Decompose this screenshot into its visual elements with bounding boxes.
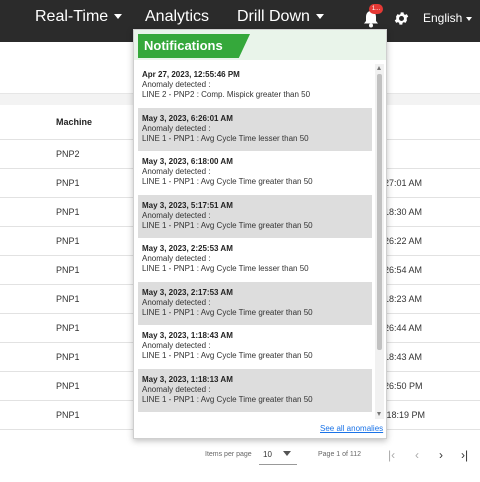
items-per-page-value: 10 (263, 450, 272, 459)
notification-timestamp: May 3, 2023, 6:18:00 AM (142, 157, 233, 166)
cell-machine: PNP1 (56, 294, 80, 304)
chevron-down-icon (114, 14, 123, 20)
nav-analytics-link[interactable]: Analytics (145, 8, 209, 26)
cell-time: 27:01 AM (384, 178, 423, 188)
notification-detail: LINE 1 - PNP1 : Avg Cycle Time lesser th… (142, 133, 309, 143)
notification-detail: LINE 1 - PNP1 : Avg Cycle Time greater t… (142, 220, 313, 230)
notification-count-badge: 1... (369, 4, 383, 14)
notification-item[interactable]: Apr 27, 2023, 12:55:46 PM Anomaly detect… (138, 64, 372, 108)
notification-line: Anomaly detected : (142, 341, 211, 350)
cell-time: 18:30 AM (384, 207, 423, 217)
chevron-down-icon (315, 14, 324, 20)
notifications-title-tag: Notifications (138, 34, 250, 58)
chevron-down-icon (466, 16, 473, 21)
next-page-button[interactable]: › (439, 448, 443, 462)
notification-item[interactable]: May 3, 2023, 1:18:13 AM Anomaly detected… (138, 368, 372, 412)
notification-line: Anomaly detected : (142, 384, 211, 394)
notification-line: Anomaly detected : (142, 167, 211, 176)
language-label: English (423, 11, 463, 25)
nav-realtime-label: Real-Time (35, 8, 109, 25)
scroll-down-icon[interactable] (377, 412, 381, 416)
pagination-bar: Items per page 10 Page 1 of 112 |‹ ‹ › ›… (0, 440, 480, 482)
notification-line: Anomaly detected : (142, 80, 211, 89)
notification-line: Anomaly detected : (142, 254, 211, 263)
notification-item[interactable]: May 3, 2023, 5:17:51 AM Anomaly detected… (138, 194, 372, 238)
last-page-button[interactable]: ›| (461, 448, 468, 462)
notification-detail: LINE 1 - PNP1 : Avg Cycle Time lesser th… (142, 264, 309, 273)
notification-timestamp: May 3, 2023, 2:25:53 AM (142, 244, 233, 253)
notification-item[interactable]: May 3, 2023, 2:25:53 AM Anomaly detected… (138, 238, 372, 282)
notification-timestamp: May 3, 2023, 1:18:13 AM (142, 374, 233, 384)
notification-timestamp: May 3, 2023, 1:18:43 AM (142, 331, 233, 340)
notifications-scrollbar[interactable] (375, 64, 384, 419)
cell-machine: PNP1 (56, 352, 80, 362)
cell-time: 26:54 AM (384, 265, 423, 275)
items-per-page-label: Items per page (205, 451, 252, 458)
cell-time: 26:44 AM (384, 323, 423, 333)
cell-time: 18:23 AM (384, 294, 423, 304)
notification-timestamp: May 3, 2023, 5:17:51 AM (142, 200, 233, 210)
cell-machine: PNP1 (56, 381, 80, 391)
notification-item[interactable]: May 3, 2023, 6:18:00 AM Anomaly detected… (138, 151, 372, 195)
notification-item[interactable]: May 3, 2023, 2:17:53 AM Anomaly detected… (138, 281, 372, 325)
gear-icon[interactable] (393, 10, 410, 27)
column-header-machine: Machine (56, 117, 93, 127)
cell-machine: PNP1 (56, 178, 80, 188)
cell-time: 18:43 AM (384, 352, 423, 362)
scrollbar-thumb[interactable] (377, 74, 382, 350)
cell-time: :18:19 PM (384, 410, 426, 420)
notification-detail: LINE 1 - PNP1 : Avg Cycle Time greater t… (142, 307, 313, 317)
notification-item[interactable]: May 3, 2023, 6:26:01 AM Anomaly detected… (138, 107, 372, 151)
notification-detail: LINE 2 - PNP2 : Comp. Mispick greater th… (142, 90, 311, 99)
nav-realtime-menu[interactable]: Real-Time (35, 8, 123, 26)
notification-timestamp: May 3, 2023, 6:26:01 AM (142, 113, 233, 123)
notification-timestamp: May 3, 2023, 2:17:53 AM (142, 287, 233, 297)
cell-machine: PNP1 (56, 236, 80, 246)
notifications-panel: Notifications Apr 27, 2023, 12:55:46 PM … (133, 29, 387, 439)
page-info: Page 1 of 112 (318, 451, 362, 458)
notifications-title: Notifications (144, 38, 223, 53)
notification-line: Anomaly detected : (142, 123, 211, 133)
items-per-page-select[interactable]: 10 (259, 443, 297, 465)
cell-machine: PNP1 (56, 265, 80, 275)
notification-detail: LINE 1 - PNP1 : Avg Cycle Time greater t… (142, 351, 313, 360)
language-selector[interactable]: English (423, 11, 473, 25)
previous-page-button[interactable]: ‹ (415, 448, 419, 462)
scroll-up-icon[interactable] (377, 66, 381, 70)
cell-machine: PNP1 (56, 323, 80, 333)
cell-machine: PNP1 (56, 410, 80, 420)
chevron-down-icon (283, 451, 291, 456)
cell-time: 26:50 PM (384, 381, 423, 391)
nav-analytics-label: Analytics (145, 8, 210, 25)
notification-line: Anomaly detected : (142, 210, 211, 220)
cell-time: 26:22 AM (384, 236, 423, 246)
cell-machine: PNP1 (56, 207, 80, 217)
nav-drilldown-menu[interactable]: Drill Down (237, 8, 324, 26)
nav-drilldown-label: Drill Down (237, 8, 310, 25)
notification-timestamp: Apr 27, 2023, 12:55:46 PM (142, 70, 240, 79)
notification-line: Anomaly detected : (142, 297, 211, 307)
notification-item[interactable]: May 3, 2023, 1:18:43 AM Anomaly detected… (138, 325, 372, 369)
notification-detail: LINE 1 - PNP1 : Avg Cycle Time greater t… (142, 177, 313, 186)
first-page-button[interactable]: |‹ (388, 448, 395, 462)
cell-machine: PNP2 (56, 149, 80, 159)
notifications-header: Notifications (134, 30, 386, 60)
notifications-list[interactable]: Apr 27, 2023, 12:55:46 PM Anomaly detect… (138, 64, 374, 419)
see-all-anomalies-link[interactable]: See all anomalies (320, 424, 383, 433)
notification-detail: LINE 1 - PNP1 : Avg Cycle Time greater t… (142, 394, 313, 404)
